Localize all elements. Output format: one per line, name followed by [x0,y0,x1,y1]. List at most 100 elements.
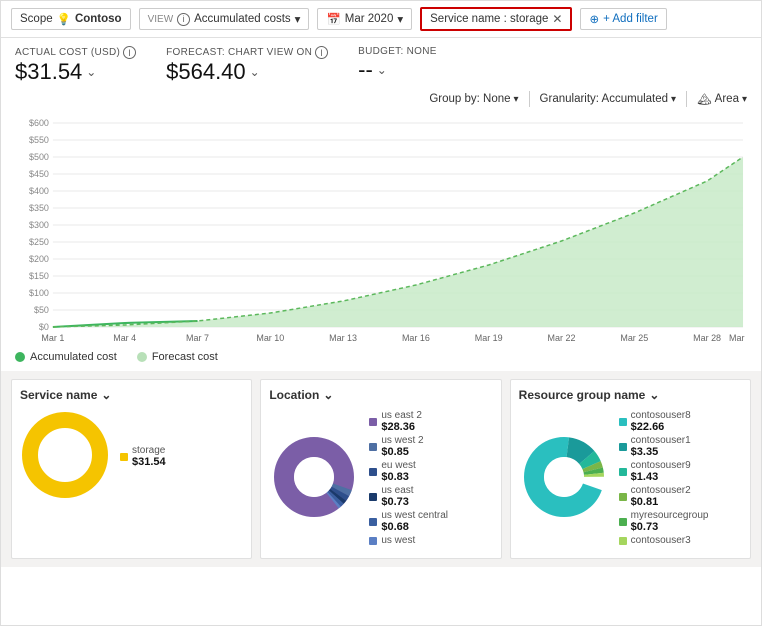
scope-label: Scope [20,13,53,25]
svg-text:$50: $50 [34,305,49,315]
granularity-chevron-icon: ▾ [671,94,676,105]
view-value: Accumulated costs [194,13,291,25]
svg-text:$300: $300 [29,220,49,230]
view-type-chevron-icon: ▾ [742,94,747,105]
actual-cost-value: $31.54 ⌄ [15,59,136,85]
forecast-legend-item: Forecast cost [137,351,218,363]
info-icon[interactable]: i [177,13,190,26]
legend-color-swatch [369,443,377,451]
view-type-button[interactable]: 🏔 Area ▾ [697,92,747,106]
groupby-button[interactable]: Group by: None ▾ [429,93,518,105]
view-button[interactable]: VIEW i Accumulated costs ▾ [139,8,310,30]
legend-color-swatch [369,418,377,426]
svg-text:Mar 22: Mar 22 [548,333,576,343]
legend-color-swatch [369,468,377,476]
svg-text:Mar 1: Mar 1 [41,333,64,343]
actual-chevron-icon[interactable]: ⌄ [86,65,96,79]
budget-chevron-icon[interactable]: ⌄ [377,63,387,77]
service-name-label: Service name [20,388,97,402]
legend-color-swatch [120,453,128,461]
groupby-label: Group by: None [429,93,510,105]
toolbar: Scope 💡 Contoso VIEW i Accumulated costs… [1,1,761,38]
legend-color-swatch [619,468,627,476]
svg-text:$500: $500 [29,152,49,162]
svg-text:$600: $600 [29,118,49,128]
service-name-title[interactable]: Service name ⌄ [20,388,243,402]
list-item: us west [369,535,492,546]
actual-info-icon[interactable]: i [123,46,136,59]
forecast-legend-label: Forecast cost [152,351,218,363]
location-chevron-icon: ⌄ [323,388,333,402]
scope-button[interactable]: Scope 💡 Contoso [11,8,131,30]
resource-group-legend: contosouser8$22.66 contosouser1$3.35 con… [619,410,742,546]
resource-group-title[interactable]: Resource group name ⌄ [519,388,742,402]
legend-color-swatch [619,518,627,526]
svg-text:$150: $150 [29,271,49,281]
forecast-value: $564.40 ⌄ [166,59,328,85]
granularity-label: Granularity: Accumulated [540,93,668,105]
date-value: Mar 2020 [345,13,394,25]
svg-text:Mar 19: Mar 19 [475,333,503,343]
list-item: storage $31.54 [120,445,243,468]
svg-text:Mar 28: Mar 28 [693,333,721,343]
granularity-button[interactable]: Granularity: Accumulated ▾ [540,93,677,105]
legend-color-swatch [619,493,627,501]
legend-color-swatch [369,518,377,526]
svg-text:Mar 7: Mar 7 [186,333,209,343]
list-item: us east$0.73 [369,485,492,508]
actual-cost-metric: ACTUAL COST (USD) i $31.54 ⌄ [15,46,136,85]
forecast-info-icon[interactable]: i [315,46,328,59]
list-item: contosouser3 [619,535,742,546]
service-name-chevron-icon: ⌄ [101,388,111,402]
list-item: us west 2$0.85 [369,435,492,458]
resource-group-card: Resource group name ⌄ [510,379,751,559]
list-item: contosouser9$1.43 [619,460,742,483]
location-label: Location [269,388,319,402]
location-donut [269,432,359,525]
list-item: myresourcegroup$0.73 [619,510,742,533]
groupby-chevron-icon: ▾ [514,94,519,105]
metrics-row: ACTUAL COST (USD) i $31.54 ⌄ FORECAST: C… [1,38,761,89]
legend-color-swatch [619,443,627,451]
svg-text:$450: $450 [29,169,49,179]
scope-value: Contoso [75,13,122,25]
chart-legend: Accumulated cost Forecast cost [1,347,761,371]
close-icon[interactable]: ✕ [552,12,562,26]
service-name-content: storage $31.54 [20,410,243,503]
controls-row: Group by: None ▾ Granularity: Accumulate… [1,89,761,113]
add-filter-label: + Add filter [603,13,658,25]
filter-tag[interactable]: Service name : storage ✕ [420,7,572,31]
list-item: contosouser1$3.35 [619,435,742,458]
forecast-metric: FORECAST: CHART VIEW ON i $564.40 ⌄ [166,46,328,85]
location-title[interactable]: Location ⌄ [269,388,492,402]
filter-icon: ⊕ [589,12,599,26]
resource-group-label: Resource group name [519,388,646,402]
svg-text:Mar 16: Mar 16 [402,333,430,343]
svg-text:$100: $100 [29,288,49,298]
svg-text:$0: $0 [39,322,49,332]
resource-group-chevron-icon: ⌄ [649,388,659,402]
cards-row: Service name ⌄ storage $31.54 [1,371,761,567]
budget-metric: BUDGET: NONE -- ⌄ [358,46,437,83]
view-label: VIEW [148,14,174,25]
svg-text:Mar 4: Mar 4 [113,333,136,343]
legend-color-swatch [369,493,377,501]
chart-area: $600 $550 $500 $450 $400 $350 $300 $250 … [1,113,761,347]
list-item: contosouser2$0.81 [619,485,742,508]
add-filter-button[interactable]: ⊕ + Add filter [580,8,666,30]
svg-text:Mar 13: Mar 13 [329,333,357,343]
legend-color-swatch [369,537,377,545]
divider [529,91,530,107]
area-chart: $600 $550 $500 $450 $400 $350 $300 $250 … [15,113,747,343]
location-card: Location ⌄ [260,379,501,559]
chevron-down-icon2: ▾ [397,12,403,26]
legend-color-swatch [619,418,627,426]
forecast-chevron-icon[interactable]: ⌄ [250,65,260,79]
location-content: us east 2$28.36 us west 2$0.85 eu west$0… [269,410,492,546]
accumulated-legend-dot [15,352,25,362]
list-item: eu west$0.83 [369,460,492,483]
svg-text:Mar 31: Mar 31 [729,333,747,343]
view-type-label: Area [715,93,739,105]
date-button[interactable]: 📅 Mar 2020 ▾ [317,8,412,30]
resource-group-donut [519,432,609,525]
